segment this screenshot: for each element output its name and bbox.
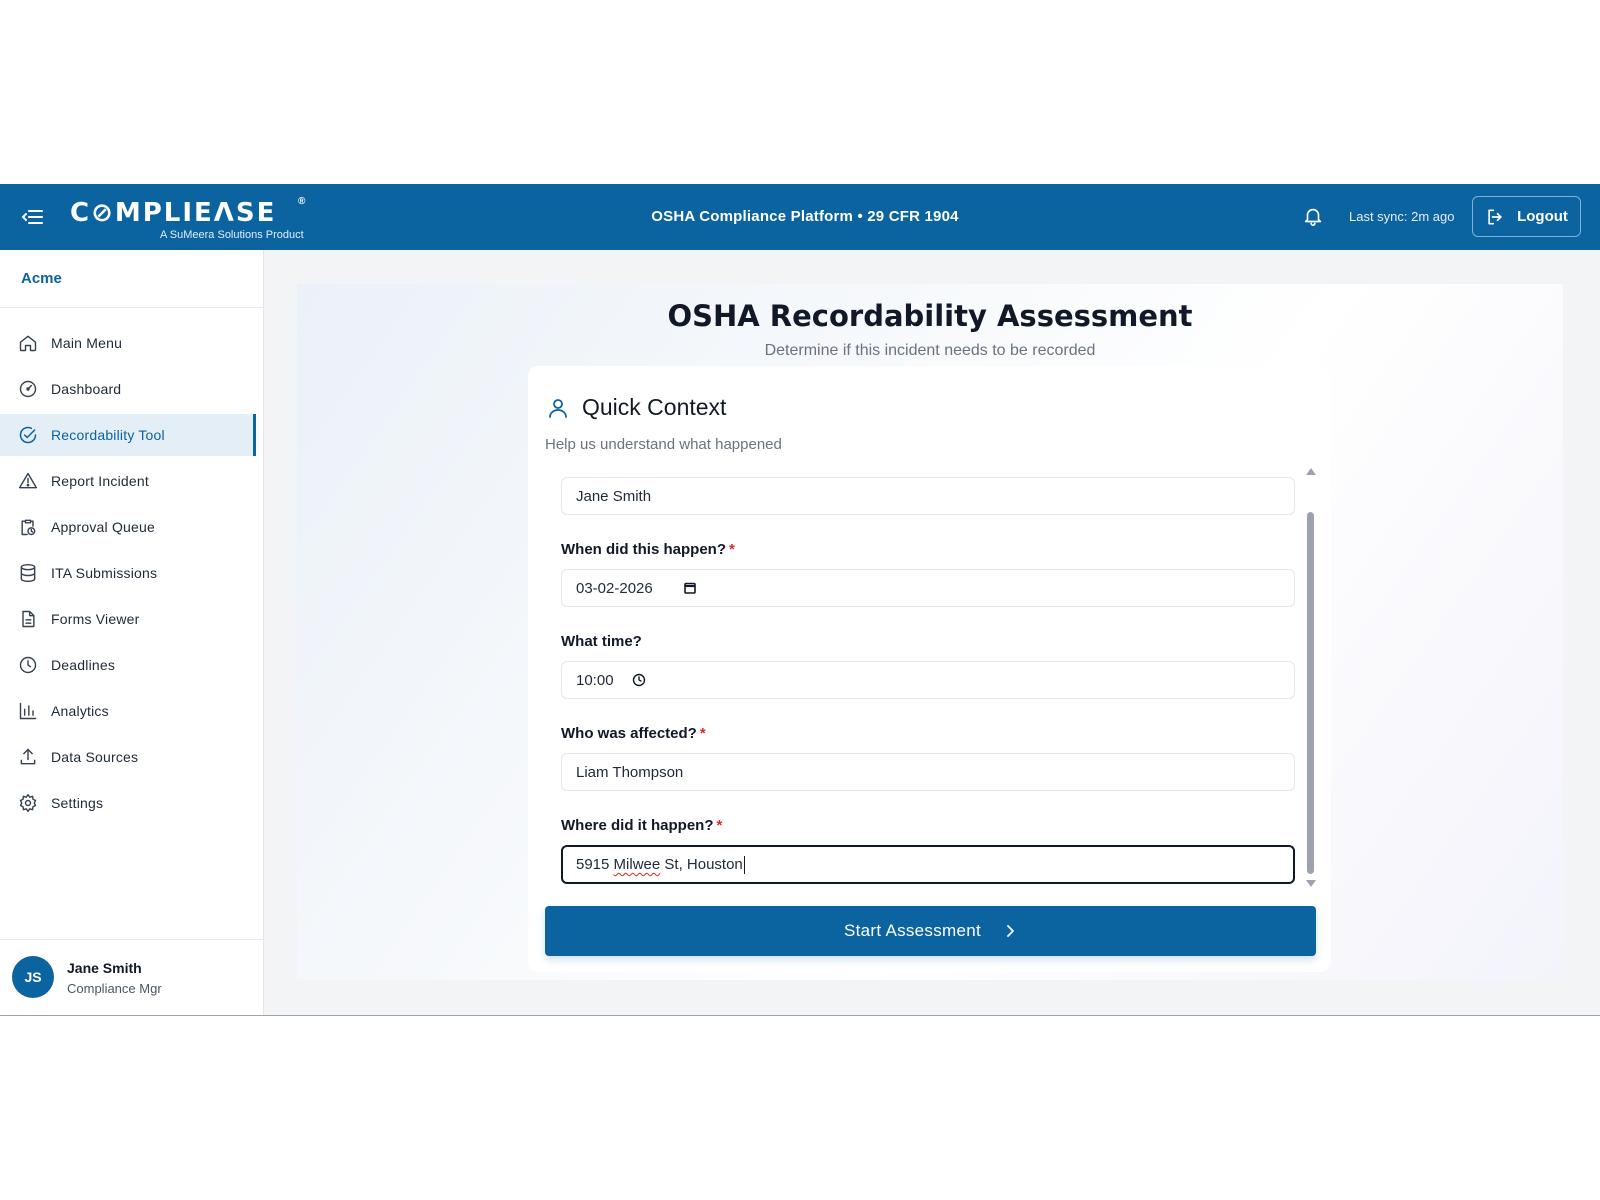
sidebar-item-approval-queue[interactable]: Approval Queue bbox=[0, 506, 264, 548]
user-name: Jane Smith bbox=[67, 960, 142, 976]
last-sync-status: Last sync: 2m ago bbox=[1349, 209, 1455, 224]
check-circle-icon bbox=[18, 425, 38, 445]
clock-icon bbox=[18, 655, 38, 675]
sidebar-item-main-menu[interactable]: Main Menu bbox=[0, 322, 264, 364]
user-icon bbox=[546, 396, 570, 420]
brand-registered-mark: ® bbox=[298, 196, 306, 207]
date-label: When did this happen? * bbox=[561, 541, 735, 558]
affected-person-input[interactable]: Liam Thompson bbox=[561, 753, 1295, 791]
logout-button[interactable]: Logout bbox=[1472, 196, 1581, 237]
sidebar-item-report-incident[interactable]: Report Incident bbox=[0, 460, 264, 502]
time-label: What time? bbox=[561, 633, 642, 650]
sidebar: Acme Main Menu Dashboard Recordability T… bbox=[0, 250, 264, 1015]
calendar-icon[interactable] bbox=[683, 581, 697, 595]
form-scrollbar[interactable] bbox=[1305, 466, 1317, 896]
logout-icon bbox=[1488, 209, 1502, 224]
sidebar-item-ita-submissions[interactable]: ITA Submissions bbox=[0, 552, 264, 594]
start-assessment-button[interactable]: Start Assessment bbox=[545, 906, 1316, 956]
document-icon bbox=[18, 609, 38, 629]
required-mark: * bbox=[729, 541, 735, 558]
sidebar-item-dashboard[interactable]: Dashboard bbox=[0, 368, 264, 410]
bar-chart-icon bbox=[18, 701, 38, 721]
quick-context-card: Quick Context Help us understand what ha… bbox=[528, 366, 1331, 972]
affected-label: Who was affected? * bbox=[561, 725, 706, 742]
clock-icon[interactable] bbox=[632, 673, 646, 687]
notification-bell-icon[interactable] bbox=[1302, 205, 1324, 227]
scroll-down-arrow-icon[interactable] bbox=[1306, 880, 1316, 887]
sidebar-item-label: Approval Queue bbox=[51, 519, 155, 535]
text-caret bbox=[743, 855, 745, 874]
sidebar-item-label: ITA Submissions bbox=[51, 565, 158, 581]
user-role: Compliance Mgr bbox=[67, 981, 162, 996]
date-label-text: When did this happen? bbox=[561, 541, 726, 558]
sidebar-item-label: Settings bbox=[51, 795, 104, 811]
divider bbox=[0, 307, 264, 308]
location-value-prefix: 5915 bbox=[576, 856, 614, 873]
form-scroll-area[interactable]: Jane Smith When did this happen? * 03-02-… bbox=[528, 466, 1313, 896]
location-value-misspelled: Milwee bbox=[613, 856, 661, 873]
required-mark: * bbox=[716, 817, 723, 834]
date-input[interactable]: 03-02-2026 bbox=[561, 569, 1295, 607]
app-window: C⊘MPLIEΛSE ® A SuMeera Solutions Product… bbox=[0, 184, 1600, 1016]
logout-label: Logout bbox=[1517, 208, 1568, 225]
card-subtitle: Help us understand what happened bbox=[545, 436, 782, 453]
sidebar-nav: Main Menu Dashboard Recordability Tool R… bbox=[0, 322, 264, 828]
scroll-up-arrow-icon[interactable] bbox=[1306, 468, 1316, 475]
sidebar-item-label: Data Sources bbox=[51, 749, 139, 765]
location-label: Where did it happen? * bbox=[561, 817, 722, 834]
top-bar: C⊘MPLIEΛSE ® A SuMeera Solutions Product… bbox=[0, 184, 1600, 250]
sidebar-item-label: Forms Viewer bbox=[51, 611, 140, 627]
required-mark: * bbox=[699, 725, 706, 742]
home-icon bbox=[18, 333, 38, 353]
time-value: 10:00 bbox=[576, 671, 614, 689]
brand-tagline: A SuMeera Solutions Product bbox=[160, 229, 304, 241]
reporter-value: Jane Smith bbox=[576, 487, 652, 505]
clipboard-clock-icon bbox=[18, 517, 38, 537]
sidebar-item-analytics[interactable]: Analytics bbox=[0, 690, 264, 732]
page-subtitle: Determine if this incident needs to be r… bbox=[764, 342, 1096, 359]
sidebar-item-label: Report Incident bbox=[51, 473, 149, 489]
sidebar-item-label: Main Menu bbox=[51, 335, 123, 351]
sidebar-item-deadlines[interactable]: Deadlines bbox=[0, 644, 264, 686]
main-panel: OSHA Recordability Assessment Determine … bbox=[297, 284, 1563, 980]
sidebar-item-label: Analytics bbox=[51, 703, 109, 719]
avatar[interactable]: JS bbox=[12, 956, 54, 998]
location-value-suffix: St, Houston bbox=[660, 856, 743, 873]
sidebar-item-label: Dashboard bbox=[51, 381, 122, 397]
gauge-icon bbox=[18, 379, 38, 399]
reporter-field[interactable]: Jane Smith bbox=[561, 477, 1295, 515]
card-title: Quick Context bbox=[582, 394, 727, 420]
sidebar-item-forms-viewer[interactable]: Forms Viewer bbox=[0, 598, 264, 640]
page-title: OSHA Recordability Assessment bbox=[667, 299, 1193, 333]
database-icon bbox=[18, 563, 38, 583]
affected-value: Liam Thompson bbox=[576, 763, 684, 781]
chevron-right-icon bbox=[1007, 925, 1014, 937]
organization-name: Acme bbox=[21, 270, 62, 287]
date-value: 03-02-2026 bbox=[576, 579, 653, 597]
upload-icon bbox=[18, 747, 38, 767]
warning-icon bbox=[18, 471, 38, 491]
gear-icon bbox=[18, 793, 38, 813]
start-assessment-label: Start Assessment bbox=[843, 921, 982, 940]
affected-label-text: Who was affected? bbox=[561, 725, 697, 742]
location-label-text: Where did it happen? bbox=[561, 817, 714, 834]
scrollbar-thumb[interactable] bbox=[1307, 512, 1314, 874]
sidebar-item-data-sources[interactable]: Data Sources bbox=[0, 736, 264, 778]
sidebar-item-label: Deadlines bbox=[51, 657, 116, 673]
sidebar-item-recordability-tool[interactable]: Recordability Tool bbox=[0, 414, 256, 456]
time-input[interactable]: 10:00 bbox=[561, 661, 1295, 699]
sidebar-item-label: Recordability Tool bbox=[51, 427, 165, 443]
location-input[interactable]: 5915 Milwee St, Houston bbox=[561, 845, 1295, 884]
sidebar-item-settings[interactable]: Settings bbox=[0, 782, 264, 824]
divider bbox=[0, 939, 264, 940]
